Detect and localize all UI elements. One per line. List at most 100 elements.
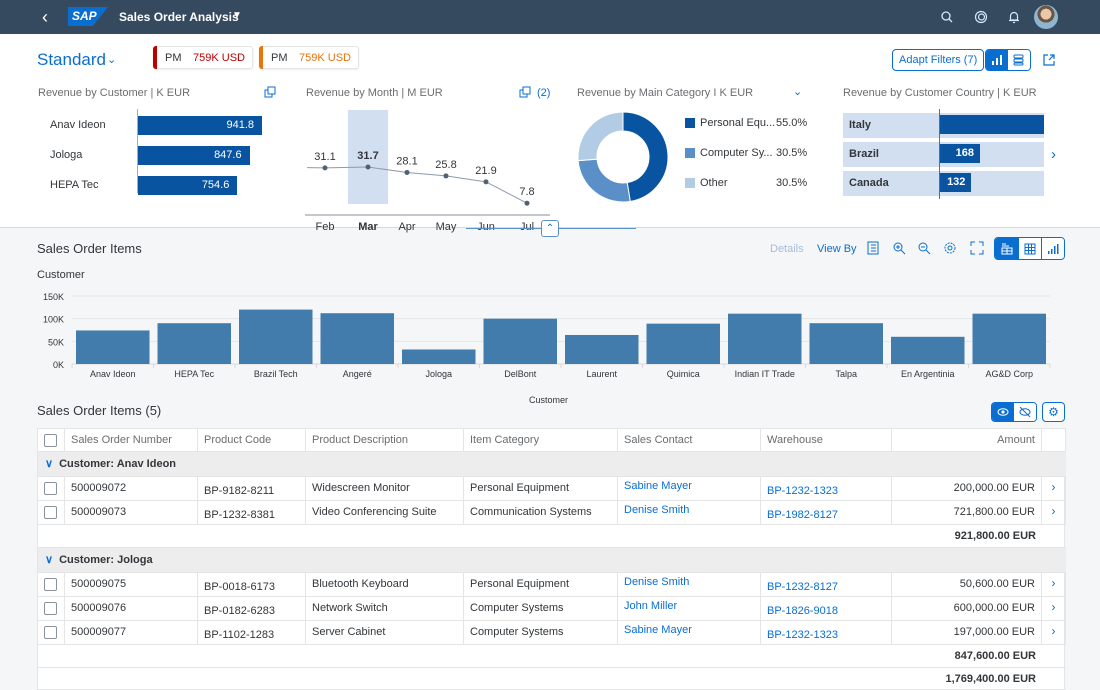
row-navigation-icon[interactable]: › bbox=[1042, 621, 1066, 644]
details-button[interactable]: Details bbox=[770, 243, 804, 255]
cell-contact[interactable]: Denise Smith bbox=[618, 573, 761, 596]
donut-slice[interactable] bbox=[622, 111, 669, 202]
x-tick-label: Apr bbox=[398, 221, 415, 233]
donut-slice[interactable] bbox=[577, 158, 631, 203]
column-header[interactable]: Amount bbox=[892, 429, 1042, 451]
chevron-down-icon[interactable]: ∨ bbox=[45, 554, 53, 566]
zoom-in-icon[interactable] bbox=[892, 241, 906, 255]
chart-view-button[interactable] bbox=[986, 50, 1008, 70]
row-navigation-icon[interactable]: › bbox=[1042, 573, 1066, 596]
select-all-checkbox[interactable] bbox=[44, 434, 57, 447]
row-navigation-icon[interactable]: › bbox=[1042, 477, 1066, 500]
row-checkbox[interactable] bbox=[44, 602, 57, 615]
chart-bar[interactable] bbox=[809, 323, 884, 364]
hide-details-button[interactable] bbox=[1014, 403, 1036, 421]
row-checkbox[interactable] bbox=[44, 506, 57, 519]
column-header[interactable]: Warehouse bbox=[761, 429, 892, 451]
chart-bar[interactable] bbox=[972, 313, 1047, 364]
chart-bar[interactable] bbox=[483, 318, 558, 364]
sap-logo[interactable]: SAP bbox=[68, 7, 108, 26]
cell-warehouse[interactable]: BP-1232-8127 bbox=[761, 573, 892, 596]
filter-view-button[interactable] bbox=[1008, 50, 1030, 70]
cell-contact[interactable]: Sabine Mayer bbox=[618, 621, 761, 644]
bar[interactable]: 754.6 bbox=[138, 176, 238, 195]
chart-bar[interactable] bbox=[402, 349, 476, 364]
row-navigation-icon[interactable]: › bbox=[1042, 501, 1066, 524]
next-chevron-icon[interactable]: › bbox=[1051, 146, 1056, 163]
row-navigation-icon[interactable]: › bbox=[1042, 597, 1066, 620]
kpi-tag[interactable]: PM 759K USD bbox=[259, 46, 359, 69]
back-icon[interactable]: ‹ bbox=[42, 7, 48, 28]
app-title[interactable]: Sales Order Analysis bbox=[119, 10, 239, 24]
data-label: 28.1 bbox=[396, 155, 417, 167]
cell-warehouse[interactable]: BP-1232-1323 bbox=[761, 621, 892, 644]
row-checkbox[interactable] bbox=[44, 578, 57, 591]
bell-icon[interactable] bbox=[1006, 9, 1022, 25]
open-card-icon[interactable] bbox=[264, 86, 276, 98]
search-icon[interactable] bbox=[939, 9, 955, 25]
row-checkbox[interactable] bbox=[44, 626, 57, 639]
variant-chevron-down-icon[interactable]: ⌄ bbox=[107, 53, 116, 66]
chart-bar[interactable] bbox=[728, 313, 802, 364]
table-settings-button[interactable]: ⚙ bbox=[1042, 402, 1065, 422]
title-dropdown-icon[interactable]: ▼ bbox=[232, 10, 242, 21]
cell-contact[interactable]: Denise Smith bbox=[618, 501, 761, 524]
column-header[interactable]: Product Code bbox=[198, 429, 306, 451]
chart-view-button[interactable] bbox=[1041, 238, 1064, 259]
cell-contact[interactable]: John Miller bbox=[618, 597, 761, 620]
country-row[interactable]: Canada 132 bbox=[843, 171, 1044, 196]
x-tick-label: Anav Ideon bbox=[90, 369, 136, 379]
cell-warehouse[interactable]: BP-1232-1323 bbox=[761, 477, 892, 500]
zoom-out-icon[interactable] bbox=[917, 241, 931, 255]
open-card-icon[interactable] bbox=[519, 86, 531, 98]
collapse-header-button[interactable]: ⌃ bbox=[541, 220, 559, 237]
selection-count[interactable]: (2) bbox=[537, 87, 550, 99]
chart-bar[interactable] bbox=[157, 323, 232, 364]
cell-category: Personal Equipment bbox=[464, 573, 618, 596]
table-view-button[interactable] bbox=[1018, 238, 1041, 259]
kpi-tag[interactable]: PM 759K USD bbox=[153, 46, 253, 69]
group-header-row[interactable]: ∨ Customer: Anav Ideon bbox=[38, 452, 1066, 477]
table-row[interactable]: 500009072 BP-9182-8211 Widescreen Monitor P… bbox=[38, 477, 1066, 501]
chart-bar[interactable] bbox=[891, 336, 965, 364]
share-icon[interactable] bbox=[1042, 53, 1056, 67]
chart-bar[interactable] bbox=[239, 309, 313, 364]
show-details-button[interactable] bbox=[992, 403, 1014, 421]
table-row[interactable]: 500009073 BP-1232-8381 Video Conferencing … bbox=[38, 501, 1066, 525]
chart-bar[interactable] bbox=[320, 313, 395, 364]
copilot-icon[interactable] bbox=[973, 9, 989, 25]
table-row[interactable]: 500009075 BP-0018-6173 Bluetooth Keyboard P… bbox=[38, 573, 1066, 597]
donut-slice[interactable] bbox=[577, 111, 624, 162]
chart-table-view-button[interactable] bbox=[995, 238, 1018, 259]
card-title-revenue-by-country: Revenue by Customer Country | K EUR bbox=[843, 87, 1037, 99]
cell-warehouse[interactable]: BP-1826-9018 bbox=[761, 597, 892, 620]
subtotal-value: 847,600.00 EUR bbox=[954, 650, 1036, 662]
settings-icon[interactable] bbox=[943, 241, 957, 255]
country-row[interactable]: Brazil 168 bbox=[843, 142, 1044, 167]
row-checkbox[interactable] bbox=[44, 482, 57, 495]
table-row[interactable]: 500009076 BP-0182-6283 Network Switch Compu… bbox=[38, 597, 1066, 621]
chart-bar[interactable] bbox=[565, 334, 639, 364]
chevron-down-icon[interactable]: ∨ bbox=[45, 458, 53, 470]
cell-warehouse[interactable]: BP-1982-8127 bbox=[761, 501, 892, 524]
view-by-button[interactable]: View By bbox=[817, 243, 857, 255]
chart-bar[interactable] bbox=[646, 323, 721, 364]
column-header[interactable]: Item Category bbox=[464, 429, 618, 451]
card-title-revenue-by-category: Revenue by Main Category I K EUR bbox=[577, 87, 754, 99]
chart-bar[interactable] bbox=[76, 330, 150, 364]
legend-icon[interactable] bbox=[866, 241, 880, 255]
cell-contact[interactable]: Sabine Mayer bbox=[618, 477, 761, 500]
column-header[interactable]: Product Description bbox=[306, 429, 464, 451]
country-row[interactable]: Italy bbox=[843, 113, 1044, 138]
user-avatar[interactable] bbox=[1034, 5, 1058, 29]
column-header[interactable]: Sales Contact bbox=[618, 429, 761, 451]
adapt-filters-button[interactable]: Adapt Filters (7) bbox=[892, 49, 985, 71]
bar[interactable]: 941.8 bbox=[138, 116, 262, 135]
group-header-row[interactable]: ∨ Customer: Jologa bbox=[38, 548, 1066, 573]
table-row[interactable]: 500009077 BP-1102-1283 Server Cabinet Compu… bbox=[38, 621, 1066, 645]
variant-selector[interactable]: Standard bbox=[37, 50, 106, 70]
column-header[interactable]: Sales Order Number bbox=[65, 429, 198, 451]
chevron-down-icon[interactable]: ⌄ bbox=[793, 85, 802, 98]
fullscreen-icon[interactable] bbox=[970, 241, 984, 255]
bar[interactable]: 847.6 bbox=[138, 146, 250, 165]
